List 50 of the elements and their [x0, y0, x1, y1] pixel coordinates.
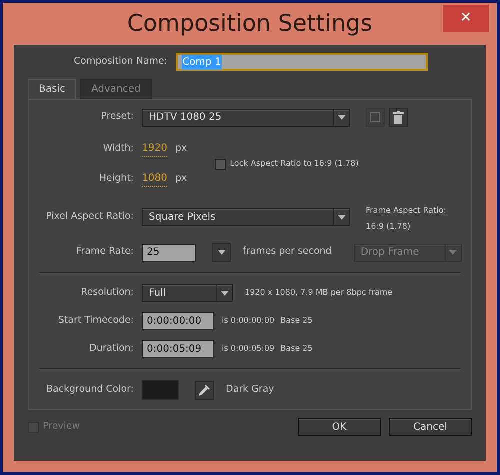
caret-icon: [338, 115, 346, 120]
eyedropper-icon: [198, 384, 211, 396]
base-label: Base 25: [280, 315, 313, 327]
trash-icon: [393, 111, 404, 124]
unit-label: px: [175, 142, 188, 156]
frame-rate-field[interactable]: 25: [142, 244, 196, 262]
field-label: Composition Name:: [74, 54, 168, 69]
caret-icon: [449, 250, 458, 255]
eyedropper-button[interactable]: [195, 380, 214, 400]
tab[interactable]: Basic: [28, 79, 76, 99]
field-label: Duration:: [90, 342, 134, 356]
timecode-info: is 0:00:05:09: [222, 343, 275, 355]
color-swatch[interactable]: [142, 380, 179, 400]
delete-button[interactable]: [389, 108, 408, 127]
field-label: Pixel Aspect Ratio:: [46, 210, 134, 224]
dialog-button[interactable]: OK: [298, 418, 381, 436]
dialog-button[interactable]: Cancel: [389, 418, 472, 436]
number-field[interactable]: 1080: [142, 171, 168, 187]
color-name: Dark Gray: [226, 382, 274, 397]
window-title: Composition Settings: [127, 10, 373, 39]
checkbox-label: Preview: [43, 420, 80, 434]
close-button[interactable]: ✕: [443, 5, 489, 32]
preset-dropdown[interactable]: HDTV 1080 25: [142, 108, 350, 126]
unit-label: frames per second: [243, 245, 332, 260]
field-label: Width:: [103, 142, 134, 156]
caret-icon: [338, 214, 346, 220]
checkbox[interactable]: [215, 158, 226, 170]
timecode-field[interactable]: 0:00:05:09: [142, 340, 214, 358]
field-label: Resolution:: [81, 286, 134, 300]
square-icon: [370, 112, 381, 123]
frame-aspect-label: Frame Aspect Ratio:: [366, 205, 446, 217]
frame-aspect-value: 16:9 (1.78): [366, 221, 412, 233]
number-field[interactable]: 1920: [142, 141, 168, 157]
tab[interactable]: Advanced: [80, 79, 152, 99]
field-label: Height:: [99, 172, 134, 186]
unit-label: px: [175, 172, 188, 186]
base-label: Base 25: [280, 343, 313, 355]
field-label: Frame Rate:: [76, 245, 134, 260]
resolution-info: 1920 x 1080, 7.9 MB per 8bpc frame: [245, 287, 393, 299]
timecode-field[interactable]: 0:00:00:00: [142, 312, 214, 330]
pixel-aspect-dropdown[interactable]: Square Pixels: [142, 208, 350, 226]
timecode-info: is 0:00:00:00: [222, 315, 275, 327]
field-label: Start Timecode:: [58, 314, 134, 328]
frame-rate-dropdown-button[interactable]: [212, 243, 231, 262]
field-label: Background Color:: [46, 382, 134, 397]
resolution-dropdown[interactable]: Full: [142, 284, 233, 302]
caret-icon: [218, 250, 226, 255]
checkbox-label: Lock Aspect Ratio to 16:9 (1.78): [230, 158, 359, 170]
field-label: Preset:: [101, 110, 134, 124]
caret-icon: [220, 290, 228, 296]
